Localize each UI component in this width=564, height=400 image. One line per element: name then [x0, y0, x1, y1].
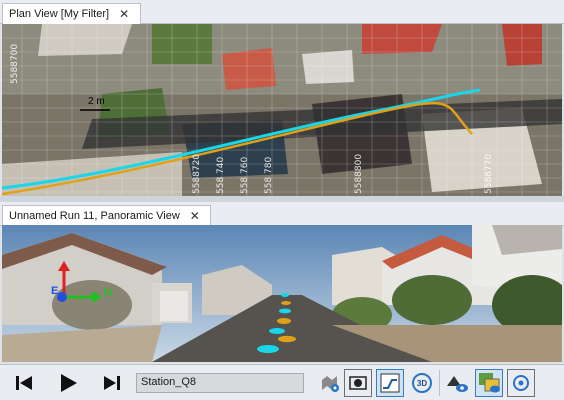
building-shape	[38, 24, 132, 56]
plan-view-tab-row: Plan View [My Filter] ✕	[0, 0, 564, 24]
grid-label: 558 740	[216, 156, 226, 194]
tab-plan-view[interactable]: Plan View [My Filter] ✕	[2, 3, 141, 24]
player-toolbar: Station_Q8 3D	[0, 364, 564, 400]
cloud-visibility-button[interactable]	[443, 369, 471, 397]
grid-label: 5588800	[354, 153, 364, 194]
3d-view-button[interactable]: 3D	[408, 369, 436, 397]
axis-e-dot	[57, 292, 67, 302]
trajectory-marker	[277, 318, 291, 324]
panoramic-scene	[2, 225, 562, 362]
plan-view-point-cloud	[2, 24, 562, 196]
trajectory-marker	[278, 335, 296, 343]
grid-label: 5588700	[10, 43, 20, 84]
axis-e-label: E	[51, 285, 59, 297]
map-overlay-icon	[322, 375, 339, 392]
image-overlay-icon	[479, 372, 500, 392]
grid-label: 558 760	[240, 156, 250, 194]
roof-shape	[362, 24, 442, 54]
skip-forward-icon	[104, 375, 120, 390]
map-overlay-button[interactable]	[316, 369, 344, 397]
image-overlay-button[interactable]	[475, 368, 503, 397]
roof-shape	[222, 48, 276, 90]
trajectory-marker	[269, 328, 285, 334]
scale-bar-label: 2 m	[88, 96, 105, 107]
gear-icon	[513, 374, 529, 391]
snapshot-button[interactable]	[344, 368, 372, 397]
skip-back-button[interactable]	[10, 369, 38, 397]
panoramic-view-tab-title: Unnamed Run 11, Panoramic View	[9, 210, 180, 222]
3d-view-icon: 3D	[412, 372, 432, 393]
panoramic-view-canvas[interactable]: E N	[2, 225, 562, 362]
close-icon[interactable]: ✕	[119, 8, 129, 20]
trajectory-marker	[257, 345, 279, 353]
skip-back-icon	[16, 375, 32, 390]
toolbar-separator	[439, 369, 440, 396]
panoramic-view-tab-row: Unnamed Run 11, Panoramic View ✕	[0, 202, 564, 226]
settings-button[interactable]	[507, 368, 535, 397]
trajectory-marker	[281, 301, 291, 305]
cloud-visibility-icon	[447, 375, 468, 392]
plan-view-tab-title: Plan View [My Filter]	[9, 8, 110, 20]
station-field[interactable]: Station_Q8	[136, 372, 304, 393]
grid-label: 5588770	[484, 153, 494, 194]
play-button[interactable]	[54, 369, 82, 397]
tree-shape	[392, 275, 472, 325]
svg-text:3D: 3D	[417, 379, 427, 388]
trajectory-marker	[279, 308, 291, 314]
grid-label: 558 780	[264, 156, 274, 194]
garage-door-shape	[160, 291, 188, 321]
profile-icon	[380, 373, 400, 392]
snapshot-icon	[349, 375, 367, 390]
close-icon[interactable]: ✕	[190, 210, 200, 222]
grid-label: 5588720	[192, 153, 202, 194]
trajectory-marker	[281, 293, 289, 297]
building-shape	[302, 50, 354, 84]
skip-forward-button[interactable]	[98, 369, 126, 397]
profile-view-button[interactable]	[376, 368, 404, 397]
axis-n-label: N	[104, 287, 112, 299]
play-icon	[61, 373, 77, 392]
tab-panoramic-view[interactable]: Unnamed Run 11, Panoramic View ✕	[2, 205, 211, 226]
tree-shape	[152, 24, 212, 64]
plan-view-canvas[interactable]: 2 m 5588700 5588720 558 740 558 760 558 …	[2, 24, 562, 196]
